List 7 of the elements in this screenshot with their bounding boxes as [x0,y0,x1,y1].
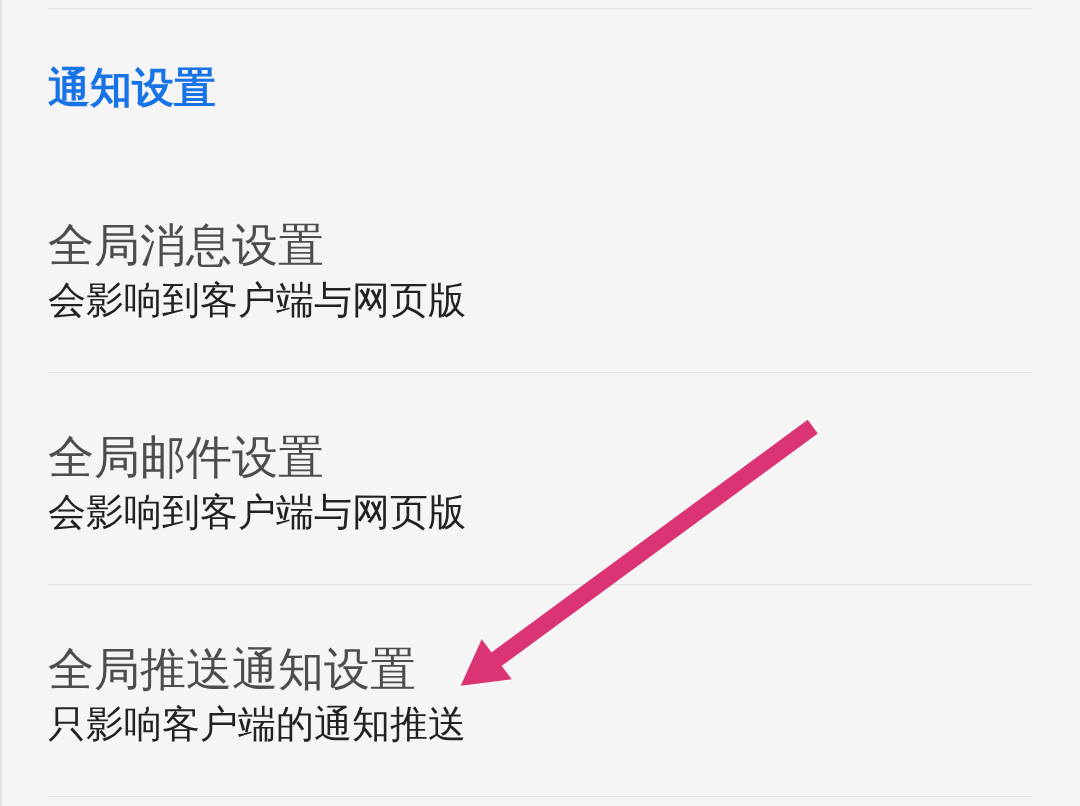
setting-description: 会影响到客户端与网页版 [48,280,466,320]
setting-title[interactable]: 全局邮件设置 [48,433,324,481]
section-title: 通知设置 [48,63,216,113]
setting-title[interactable]: 全局推送通知设置 [48,645,416,693]
setting-title[interactable]: 全局消息设置 [48,221,324,269]
setting-description: 会影响到客户端与网页版 [48,492,466,532]
setting-description: 只影响客户端的通知推送 [48,704,466,744]
